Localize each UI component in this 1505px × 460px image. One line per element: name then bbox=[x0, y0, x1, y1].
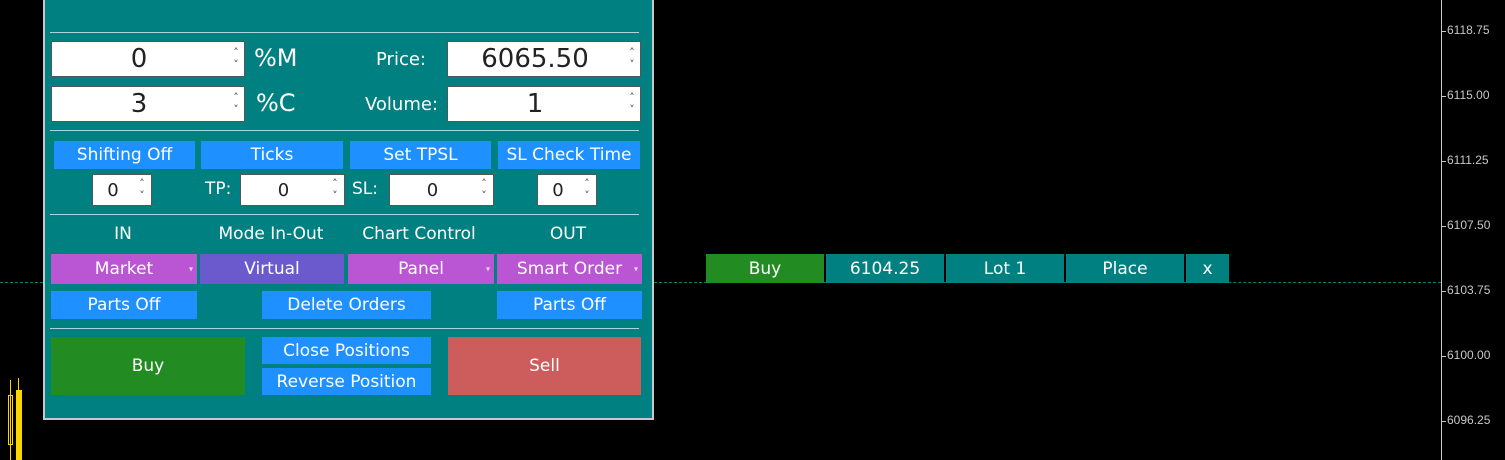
chart-control-value: Panel bbox=[398, 259, 444, 279]
parts-out-button[interactable]: Parts Off bbox=[497, 291, 642, 319]
chart-control-header: Chart Control bbox=[362, 224, 476, 244]
ticks-button[interactable]: Ticks bbox=[201, 141, 343, 169]
price-scale-axis bbox=[1441, 0, 1442, 460]
price-scale-tick bbox=[1441, 31, 1446, 32]
buy-button[interactable]: Buy bbox=[51, 337, 245, 395]
sl-label: SL: bbox=[352, 179, 378, 199]
divider bbox=[50, 214, 639, 215]
price-scale-tick bbox=[1441, 161, 1446, 162]
order-price-label[interactable]: 6104.25 bbox=[826, 254, 944, 283]
price-scale-tick bbox=[1441, 226, 1446, 227]
chevron-down-icon: ▾ bbox=[485, 264, 490, 274]
volume-value: 1 bbox=[526, 89, 544, 119]
sell-button[interactable]: Sell bbox=[448, 337, 641, 395]
order-lot-label[interactable]: Lot 1 bbox=[946, 254, 1064, 283]
price-scale-tick bbox=[1441, 356, 1446, 357]
set-tpsl-button[interactable]: Set TPSL bbox=[350, 141, 491, 169]
price-scale-label: 6107.50 bbox=[1447, 218, 1491, 232]
price-scale-label: 6096.25 bbox=[1447, 413, 1491, 427]
delete-orders-button[interactable]: Delete Orders bbox=[262, 291, 431, 319]
shift-value: 0 bbox=[107, 179, 119, 201]
mode-in-out-select[interactable]: Virtual bbox=[200, 254, 344, 284]
chevron-down-icon: ▾ bbox=[188, 264, 193, 274]
spin-arrows-icon[interactable]: ˄ ˅ bbox=[625, 87, 639, 121]
tp-input[interactable]: 0 ˄ ˅ bbox=[240, 174, 345, 206]
spin-arrows-icon[interactable]: ˄ ˅ bbox=[135, 175, 149, 205]
check-time-value: 0 bbox=[552, 179, 564, 201]
price-scale-label: 6100.00 bbox=[1447, 348, 1491, 362]
tp-label: TP: bbox=[205, 179, 232, 199]
in-mode-value: Market bbox=[94, 259, 154, 279]
divider bbox=[50, 32, 639, 33]
order-side-button[interactable]: Buy bbox=[706, 254, 824, 283]
chart-control-select[interactable]: Panel ▾ bbox=[348, 254, 494, 284]
pct-c-label: %C bbox=[256, 89, 296, 117]
out-mode-select[interactable]: Smart Order ▾ bbox=[497, 254, 642, 284]
pct-m-label: %M bbox=[254, 44, 298, 72]
check-time-input[interactable]: 0 ˄ ˅ bbox=[537, 174, 597, 206]
mode-in-out-header: Mode In-Out bbox=[218, 224, 324, 244]
spin-arrows-icon[interactable]: ˄ ˅ bbox=[580, 175, 594, 205]
pct-m-value: 0 bbox=[130, 44, 148, 74]
in-header: IN bbox=[114, 224, 132, 244]
out-header: OUT bbox=[549, 224, 587, 244]
price-input[interactable]: 6065.50 ˄ ˅ bbox=[447, 41, 641, 77]
price-scale-label: 6103.75 bbox=[1447, 283, 1491, 297]
price-scale-tick bbox=[1441, 421, 1446, 422]
sl-value: 0 bbox=[426, 179, 439, 201]
shifting-button[interactable]: Shifting Off bbox=[54, 141, 195, 169]
in-mode-select[interactable]: Market ▾ bbox=[51, 254, 197, 284]
order-place-button[interactable]: Place bbox=[1066, 254, 1184, 283]
price-scale-label: 6111.25 bbox=[1447, 153, 1489, 167]
spin-arrows-icon[interactable]: ˄ ˅ bbox=[625, 42, 639, 76]
volume-label: Volume: bbox=[365, 94, 439, 115]
mode-in-out-value: Virtual bbox=[244, 259, 300, 279]
pct-c-input[interactable]: 3 ˄ ˅ bbox=[51, 86, 245, 122]
shift-input[interactable]: 0 ˄ ˅ bbox=[92, 174, 152, 206]
sl-input[interactable]: 0 ˄ ˅ bbox=[389, 174, 494, 206]
pct-c-value: 3 bbox=[130, 89, 148, 119]
volume-input[interactable]: 1 ˄ ˅ bbox=[447, 86, 641, 122]
close-positions-button[interactable]: Close Positions bbox=[262, 337, 431, 364]
price-value: 6065.50 bbox=[481, 44, 589, 74]
out-mode-value: Smart Order bbox=[516, 259, 623, 279]
price-label: Price: bbox=[376, 49, 426, 70]
spin-arrows-icon[interactable]: ˄ ˅ bbox=[477, 175, 491, 205]
order-close-button[interactable]: x bbox=[1186, 254, 1229, 283]
price-scale-label: 6115.00 bbox=[1447, 88, 1490, 102]
divider bbox=[50, 328, 639, 329]
reverse-position-button[interactable]: Reverse Position bbox=[262, 368, 431, 395]
price-scale-tick bbox=[1441, 96, 1446, 97]
price-scale-tick bbox=[1441, 291, 1446, 292]
chevron-down-icon: ▾ bbox=[633, 264, 638, 274]
tp-value: 0 bbox=[277, 179, 290, 201]
spin-arrows-icon[interactable]: ˄ ˅ bbox=[328, 175, 342, 205]
spin-arrows-icon[interactable]: ˄ ˅ bbox=[229, 87, 243, 121]
spin-arrows-icon[interactable]: ˄ ˅ bbox=[229, 42, 243, 76]
price-scale-label: 6118.75 bbox=[1447, 23, 1490, 37]
sl-check-time-button[interactable]: SL Check Time bbox=[498, 141, 640, 169]
pct-m-input[interactable]: 0 ˄ ˅ bbox=[51, 41, 245, 77]
divider bbox=[50, 130, 639, 131]
parts-in-button[interactable]: Parts Off bbox=[51, 291, 197, 319]
